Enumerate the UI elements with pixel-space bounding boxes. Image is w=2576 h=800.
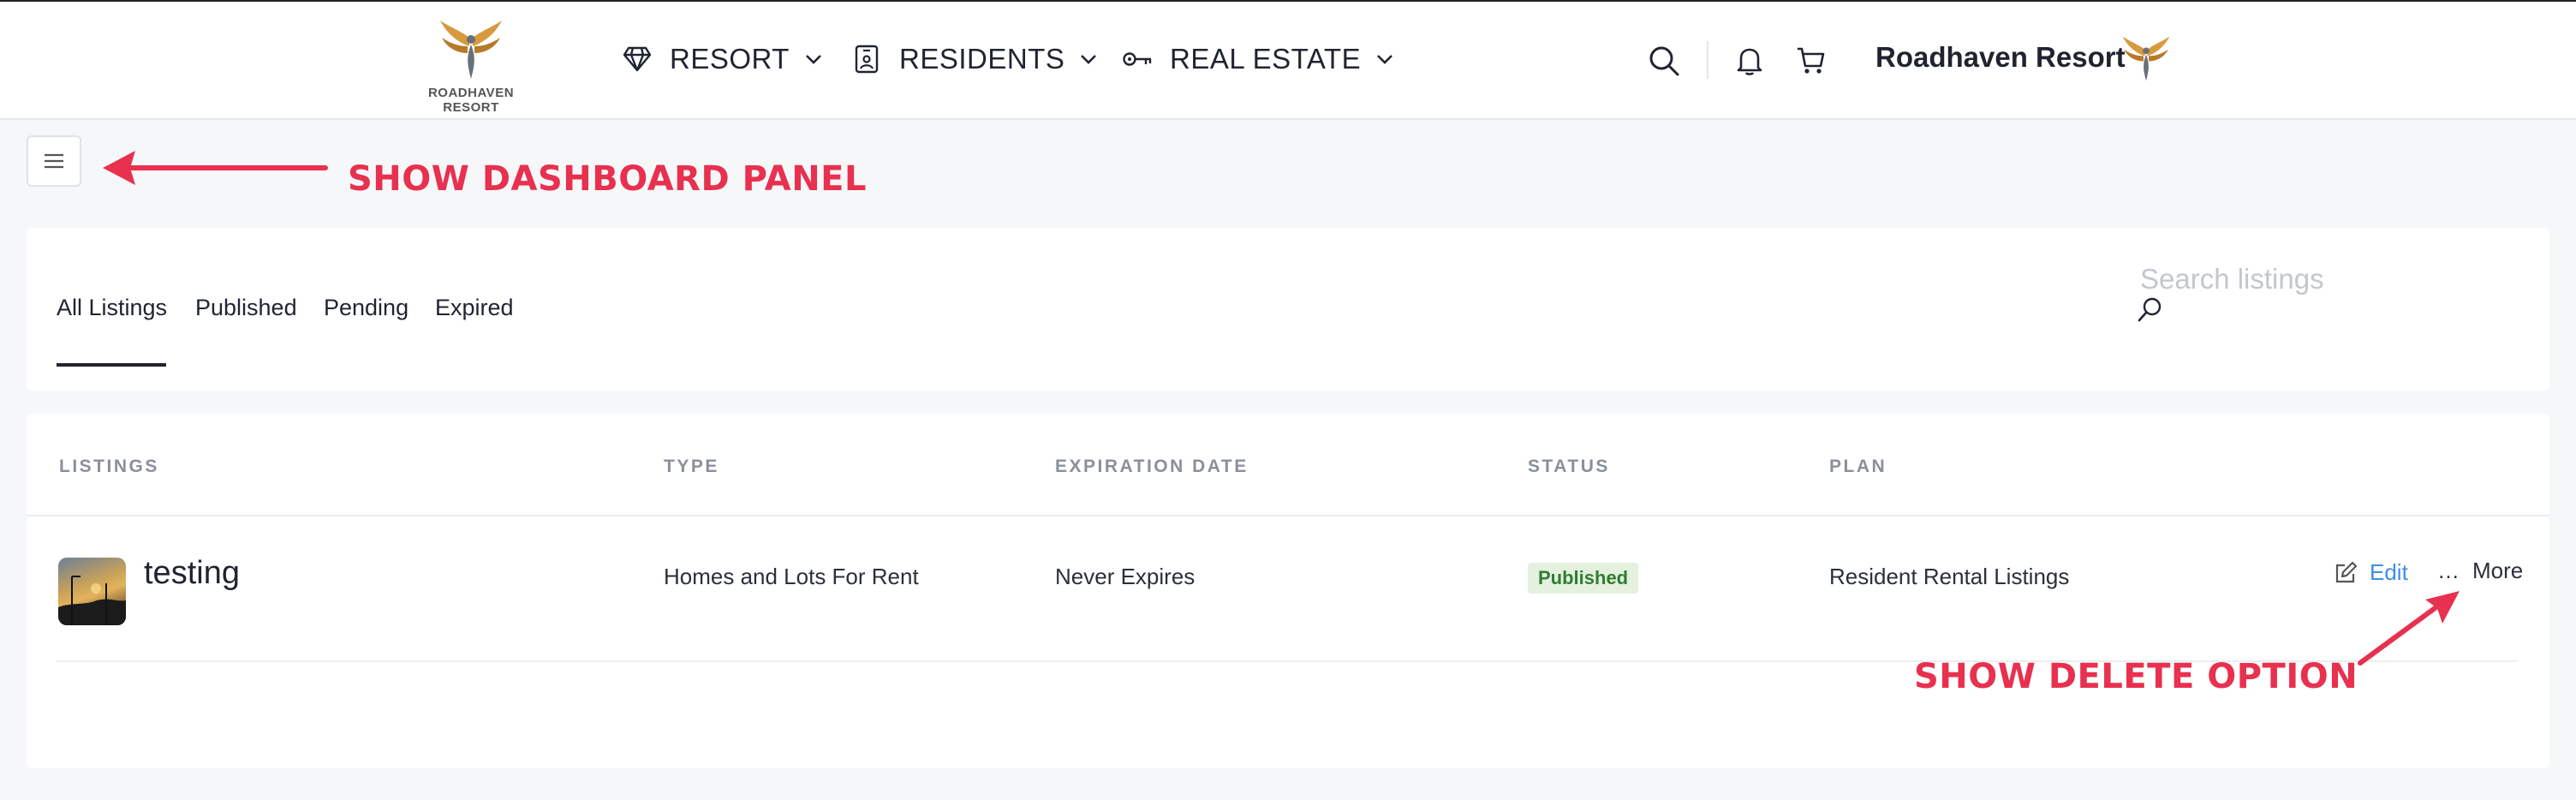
listing-title-link[interactable]: testing [144,555,240,592]
annotation-arrow-left [103,151,328,185]
bell-icon[interactable] [1732,43,1768,79]
key-icon [1122,44,1153,75]
cart-icon[interactable] [1793,43,1829,79]
listing-thumbnail[interactable] [58,558,126,625]
table-header-divider [27,515,2549,516]
listing-plan: Resident Rental Listings [1829,564,2070,589]
site-header: ROADHAVEN RESORT RESORT RESIDENTS REAL E… [0,2,2576,120]
more-options-button[interactable]: … More [2437,558,2523,584]
column-header-plan: PLAN [1829,457,1887,476]
tab-published[interactable]: Published [195,295,297,321]
nav-real-estate-label: REAL ESTATE [1170,43,1362,75]
nav-resort[interactable]: RESORT [622,39,822,79]
site-logo[interactable]: ROADHAVEN RESORT [402,19,540,115]
annotation-delete-label: SHOW DELETE OPTION [1914,657,2358,696]
ellipsis-icon: … [2437,558,2460,583]
edit-button[interactable]: Edit [2334,559,2408,586]
listings-table: LISTINGS TYPE EXPIRATION DATE STATUS PLA… [27,414,2549,768]
annotation-arrow-up-right [2358,591,2460,666]
search-icon[interactable] [1646,43,1682,79]
hamburger-icon [45,153,63,169]
more-label: More [2472,558,2524,583]
phoenix-logo-icon [440,21,502,79]
nav-resort-label: RESORT [670,43,790,75]
edit-label: Edit [2370,559,2408,585]
active-tab-indicator [57,363,166,367]
diamond-icon [622,44,653,75]
listing-type: Homes and Lots For Rent [664,564,919,589]
chevron-down-icon [806,55,821,64]
header-divider [1707,41,1708,79]
dashboard-toggle-button[interactable] [27,135,81,187]
column-header-listings: LISTINGS [59,457,159,476]
account-name[interactable]: Roadhaven Resort [1875,41,2126,74]
column-header-type: TYPE [664,457,719,476]
edit-icon [2335,561,2358,582]
search-listings-input[interactable] [2140,254,2534,305]
nav-residents[interactable]: RESIDENTS [851,39,1097,79]
logo-text: ROADHAVEN RESORT [427,86,515,115]
column-header-expiration: EXPIRATION DATE [1055,457,1249,476]
annotation-dashboard-label: SHOW DASHBOARD PANEL [348,159,867,199]
tab-pending[interactable]: Pending [324,295,408,321]
id-badge-icon [851,44,882,75]
chevron-down-icon [1377,55,1393,64]
nav-real-estate[interactable]: REAL ESTATE [1122,39,1393,79]
listing-expiration: Never Expires [1055,564,1196,589]
column-header-status: STATUS [1528,457,1610,476]
chevron-down-icon [1081,55,1097,64]
phoenix-avatar-icon[interactable] [2119,33,2174,87]
status-badge: Published [1528,563,1639,594]
nav-residents-label: RESIDENTS [899,43,1065,75]
search-small-icon[interactable] [2135,295,2166,325]
tab-expired[interactable]: Expired [435,295,514,321]
listing-filter-tabs: All Listings Published Pending Expired [27,228,2549,391]
tab-all-listings[interactable]: All Listings [57,295,167,321]
